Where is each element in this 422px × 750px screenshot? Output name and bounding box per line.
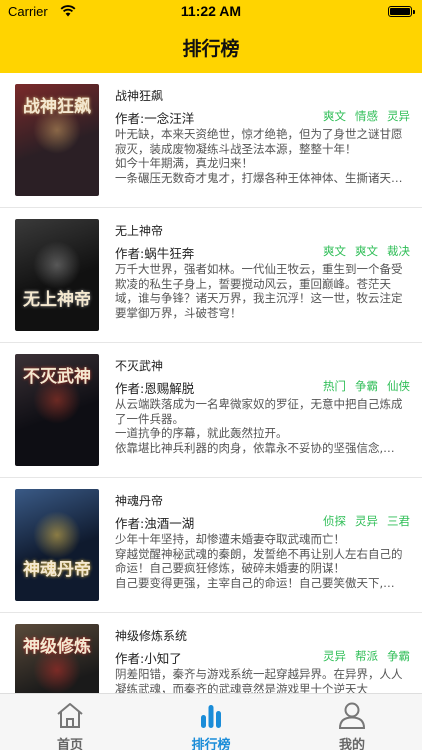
book-row[interactable]: 战神狂飙 战神狂飙 作者:一念汪洋 爽文 情感 灵异 叶无缺，本来天资绝世，惊才绝艳，但为了… bbox=[0, 73, 422, 208]
genre-tag: 争霸 bbox=[387, 649, 410, 663]
description-line: 命运！自己要疯狂修炼，破碎未婚妻的阴谋！ bbox=[115, 561, 345, 575]
description-line: 要掌御万界，斗破苍穹！ bbox=[115, 305, 242, 320]
book-cover-title: 不灭武神 bbox=[23, 367, 91, 387]
home-icon bbox=[57, 703, 83, 728]
book-row[interactable]: 神级修炼 神级修炼系统 作者:小知了 灵异 帮派 争霸阴差阳错，秦齐与游戏系统一起穿越异界… bbox=[0, 613, 422, 693]
genre-tag: 情感 bbox=[355, 109, 378, 123]
description-line: 寂灭，装成废物凝练斗战圣法本源，整整十年！ bbox=[115, 141, 357, 156]
book-tags: 侦探 灵异 三君 bbox=[323, 513, 410, 529]
description-line: 如今十年期满，真龙归来！ bbox=[115, 156, 253, 170]
ranking-icon bbox=[201, 705, 221, 728]
genre-tag: 爽文 bbox=[323, 244, 346, 258]
book-cover-image[interactable]: 不灭武神 bbox=[15, 354, 99, 466]
description-line: 了一件兵器。 bbox=[115, 411, 184, 426]
book-tags: 爽文 情感 灵异 bbox=[323, 108, 410, 124]
genre-tag: 爽文 bbox=[355, 244, 378, 258]
genre-tag: 灵异 bbox=[355, 514, 378, 528]
description-line: 穿越觉醒神秘武魂的秦朗，发誓绝不再让别人左右自己的 bbox=[115, 546, 403, 561]
book-row[interactable]: 神魂丹帝 神魂丹帝 作者:浊酒一湖 侦探 灵异 三君 少年十年坚持，却惨遭未婚妻夺取武魂而亡… bbox=[0, 478, 422, 613]
book-title[interactable]: 神魂丹帝 bbox=[115, 492, 163, 509]
genre-tag: 仙侠 bbox=[387, 379, 410, 393]
tab-ranking[interactable]: 排行榜 bbox=[141, 694, 281, 750]
book-tags: 灵异 帮派 争霸 bbox=[323, 648, 410, 664]
genre-tag: 帮派 bbox=[355, 649, 378, 663]
book-author: 作者:一念汪洋 bbox=[115, 111, 195, 126]
app-header: Carrier 11:22 AM 排行榜 bbox=[0, 0, 422, 73]
battery-icon bbox=[388, 6, 415, 17]
genre-tag: 爽文 bbox=[323, 109, 346, 123]
book-cover-title: 神魂丹帝 bbox=[23, 560, 91, 580]
tab-home[interactable]: 首页 bbox=[0, 694, 140, 750]
book-title[interactable]: 无上神帝 bbox=[115, 222, 163, 239]
book-title[interactable]: 战神狂飙 bbox=[115, 87, 163, 104]
book-ranking-list: 战神狂飙 战神狂飙 作者:一念汪洋 爽文 情感 灵异 叶无缺，本来天资绝世，惊才绝艳，但为了… bbox=[0, 73, 422, 693]
description-line: 从云端跌落成为一名卑微家奴的罗征，无意中把自己炼成 bbox=[115, 397, 403, 411]
genre-tag: 灵异 bbox=[387, 109, 410, 123]
book-cover-image[interactable]: 战神狂飙 bbox=[15, 84, 99, 196]
book-description: 万千大世界，强者如林。一代仙王牧云，重生到一个备受 欺凌的私生子身上，誓要搅动风云… bbox=[115, 262, 411, 320]
book-cover-image[interactable]: 神魂丹帝 bbox=[15, 489, 99, 601]
description-line: 一道抗争的序幕，就此轰然拉开。 bbox=[115, 426, 288, 440]
tab-profile-label: 我的 bbox=[338, 738, 365, 750]
description-line: 欺凌的私生子身上，誓要搅动风云，重回巅峰。苍茫天 bbox=[115, 276, 391, 291]
book-cover-title: 无上神帝 bbox=[23, 290, 91, 310]
status-time: 11:22 AM bbox=[180, 3, 242, 19]
book-tags: 爽文 爽文 裁决 bbox=[323, 243, 410, 259]
description-line: 万千大世界，强者如林。一代仙王牧云，重生到一个备受 bbox=[115, 262, 403, 276]
description-line: 依靠堪比神兵利器的肉身，依靠永不妥协的坚强信念,… bbox=[115, 440, 395, 455]
genre-tag: 灵异 bbox=[323, 649, 346, 663]
book-author: 作者:浊酒一湖 bbox=[115, 516, 195, 531]
tab-bar: 首页 排行榜 我的 bbox=[0, 693, 422, 750]
book-author: 作者:小知了 bbox=[115, 651, 182, 666]
book-description: 叶无缺，本来天资绝世，惊才绝艳，但为了身世之谜甘愿 寂灭，装成废物凝练斗战圣法本源… bbox=[115, 127, 411, 185]
book-description: 从云端跌落成为一名卑微家奴的罗征，无意中把自己炼成 了一件兵器。 一道抗争的序幕，就… bbox=[115, 397, 411, 455]
page-title: 排行榜 bbox=[182, 38, 240, 60]
description-line: 自己要变得更强，主宰自己的命运！自己要笑傲天下,… bbox=[115, 575, 395, 590]
book-description: 少年十年坚持，却惨遭未婚妻夺取武魂而亡！ 穿越觉醒神秘武魂的秦朗，发誓绝不再让别人… bbox=[115, 532, 411, 590]
book-title[interactable]: 神级修炼系统 bbox=[115, 627, 187, 644]
book-description: 阴差阳错，秦齐与游戏系统一起穿越异界。在异界，人人 凝练武魂，而秦齐的武魂竟然是游… bbox=[115, 667, 411, 693]
description-line: 一条碾压无数奇才鬼才，打爆各种王体神体、生撕诸天… bbox=[115, 170, 403, 185]
book-row[interactable]: 不灭武神 不灭武神 作者:恩赐解脱 热门 争霸 仙侠 从云端跌落成为一名卑微家奴的罗征，无意… bbox=[0, 343, 422, 478]
book-cover-image[interactable]: 神级修炼 bbox=[15, 624, 99, 693]
book-title[interactable]: 不灭武神 bbox=[115, 357, 163, 374]
genre-tag: 侦探 bbox=[323, 514, 346, 528]
tab-home-label: 首页 bbox=[56, 738, 83, 750]
tab-ranking-label: 排行榜 bbox=[191, 738, 231, 750]
book-author: 作者:蜗牛狂奔 bbox=[115, 246, 195, 261]
genre-tag: 裁决 bbox=[387, 244, 410, 258]
genre-tag: 争霸 bbox=[355, 379, 378, 393]
status-bar: Carrier 11:22 AM bbox=[0, 0, 422, 24]
genre-tag: 三君 bbox=[387, 514, 410, 528]
book-author: 作者:恩赐解脱 bbox=[115, 381, 195, 396]
book-tags: 热门 争霸 仙侠 bbox=[323, 378, 410, 394]
description-line: 域，谁与争锋？诸天万界，我主沉浮！这一世，牧云注定 bbox=[115, 291, 403, 305]
book-cover-image[interactable]: 无上神帝 bbox=[15, 219, 99, 331]
description-line: 叶无缺，本来天资绝世，惊才绝艳，但为了身世之谜甘愿 bbox=[115, 127, 403, 141]
profile-icon bbox=[338, 702, 366, 729]
genre-tag: 热门 bbox=[323, 379, 346, 393]
book-cover-title: 战神狂飙 bbox=[23, 97, 91, 117]
description-line: 凝练武魂，而秦齐的武魂竟然是游戏里十个逆天大 bbox=[115, 681, 368, 694]
tab-profile[interactable]: 我的 bbox=[282, 694, 422, 750]
book-row[interactable]: 无上神帝 无上神帝 作者:蜗牛狂奔 爽文 爽文 裁决 万千大世界，强者如林。一代仙王牧云，重… bbox=[0, 208, 422, 343]
description-line: 阴差阳错，秦齐与游戏系统一起穿越异界。在异界，人人 bbox=[115, 667, 403, 681]
description-line: 少年十年坚持，却惨遭未婚妻夺取武魂而亡！ bbox=[115, 532, 345, 546]
book-cover-title: 神级修炼 bbox=[23, 637, 91, 657]
